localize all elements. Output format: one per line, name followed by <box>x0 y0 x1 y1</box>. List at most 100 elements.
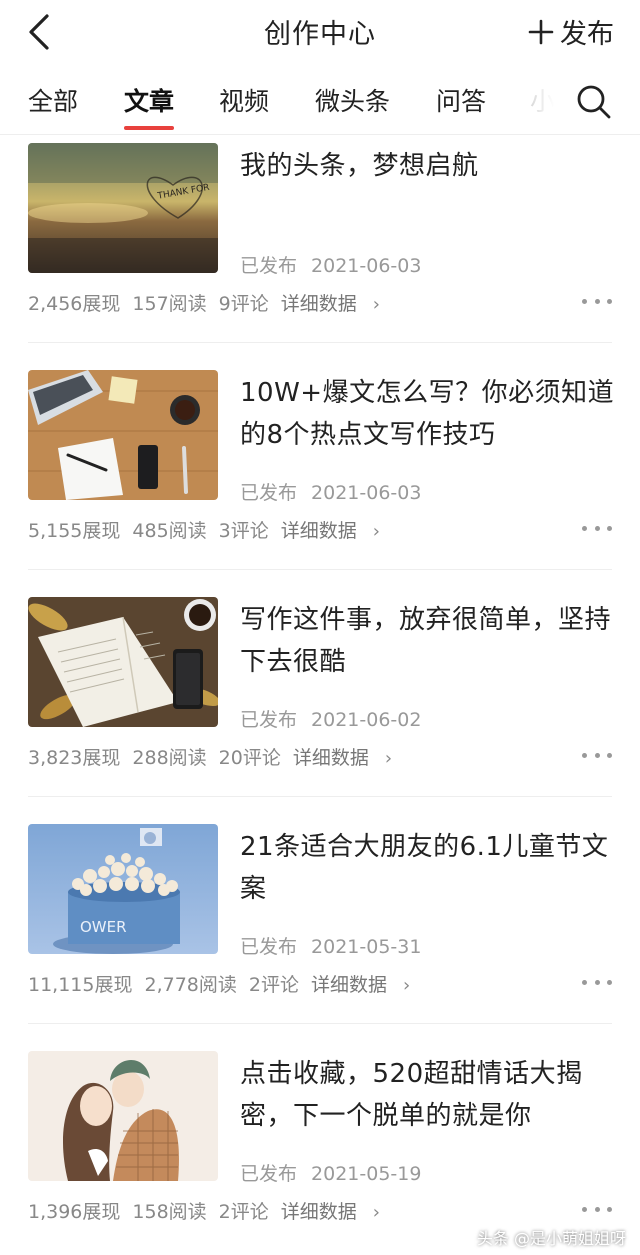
publish-date: 2021-05-31 <box>311 936 422 958</box>
more-options-button[interactable] <box>582 970 612 994</box>
detail-data-link[interactable]: 详细数据 › <box>311 970 422 997</box>
source-watermark: 头条 @是小萌姐姐呀 <box>476 1229 626 1248</box>
tab-articles[interactable]: 文章 <box>124 82 174 118</box>
more-dot-icon <box>594 752 600 758</box>
detail-data-label: 详细数据 <box>310 974 387 996</box>
more-dot-icon <box>607 298 612 304</box>
more-dot-icon <box>607 752 612 758</box>
detail-data-link[interactable]: 详细数据 › <box>281 516 392 543</box>
more-options-button[interactable] <box>582 743 612 767</box>
more-dot-icon <box>582 752 587 758</box>
article-stats: 3,823展现 288阅读 20评论 详细数据 › <box>28 743 404 770</box>
more-dot-icon <box>582 298 587 304</box>
detail-data-link[interactable]: 详细数据 › <box>281 1197 392 1224</box>
article-item[interactable]: OWER 21条适合大朋友的6.1儿童节文案 已发布 2021-05-31 11,… <box>0 824 640 1051</box>
chevron-right-icon: › <box>384 748 393 769</box>
article-status: 已发布 2021-06-03 <box>240 251 421 278</box>
article-item[interactable]: THANK FOR 我的头条，梦想启航 已发布 2021-06-03 2,456展… <box>0 143 640 370</box>
reads-count: 158阅读 <box>132 1201 207 1223</box>
article-status: 已发布 2021-05-31 <box>240 932 421 959</box>
divider <box>28 796 612 797</box>
detail-data-label: 详细数据 <box>280 1201 357 1223</box>
article-thumbnail[interactable] <box>28 597 218 727</box>
article-title[interactable]: 点击收藏，520超甜情话大揭密，下一个脱单的就是你 <box>240 1053 620 1137</box>
article-title[interactable]: 写作这件事，放弃很简单，坚持下去很酷 <box>240 599 620 683</box>
reads-count: 288阅读 <box>132 747 207 769</box>
tab-qa[interactable]: 问答 <box>436 82 486 118</box>
tab-videos[interactable]: 视频 <box>219 82 269 118</box>
reads-count: 157阅读 <box>132 293 207 315</box>
publish-date: 2021-06-03 <box>311 482 422 504</box>
thumbnail-text: OWER <box>80 918 127 936</box>
article-thumbnail[interactable]: THANK FOR <box>28 143 218 273</box>
chevron-right-icon: › <box>372 294 380 315</box>
comments-count: 2评论 <box>218 1201 269 1223</box>
status-label: 已发布 <box>240 255 298 277</box>
status-label: 已发布 <box>240 936 298 958</box>
article-item[interactable]: 写作这件事，放弃很简单，坚持下去很酷 已发布 2021-06-02 3,823展现… <box>0 597 640 824</box>
publish-label: 发布 <box>560 19 614 50</box>
article-item[interactable]: 10W+爆文怎么写？你必须知道的8个热点文写作技巧 已发布 2021-06-03 … <box>0 370 640 597</box>
more-dot-icon <box>582 979 587 985</box>
chevron-right-icon: › <box>372 1202 380 1223</box>
article-title[interactable]: 我的头条，梦想启航 <box>240 145 620 187</box>
tab-all[interactable]: 全部 <box>28 82 78 118</box>
reads-count: 2,778阅读 <box>144 974 237 996</box>
article-stats: 11,115展现 2,778阅读 2评论 详细数据 › <box>28 970 422 997</box>
category-tabs: 全部 文章 视频 微头条 问答 小 <box>0 68 640 135</box>
comments-count: 3评论 <box>218 520 269 542</box>
comments-count: 9评论 <box>218 293 269 315</box>
divider <box>28 569 612 570</box>
divider <box>28 342 612 343</box>
article-status: 已发布 2021-06-03 <box>240 478 421 505</box>
detail-data-link[interactable]: 详细数据 › <box>293 743 404 770</box>
more-dot-icon <box>582 1206 587 1212</box>
impressions-count: 3,823展现 <box>28 747 121 769</box>
detail-data-label: 详细数据 <box>280 520 357 542</box>
publish-date: 2021-06-03 <box>311 255 422 277</box>
plus-icon <box>528 19 554 44</box>
detail-data-link[interactable]: 详细数据 › <box>281 289 392 316</box>
impressions-count: 2,456展现 <box>28 293 121 315</box>
article-stats: 2,456展现 157阅读 9评论 详细数据 › <box>28 289 392 316</box>
top-navigation-bar: 创作中心 发布 <box>0 0 640 62</box>
active-tab-indicator <box>124 126 174 130</box>
search-button[interactable] <box>574 82 614 122</box>
publish-button[interactable]: 发布 <box>528 12 614 51</box>
tabs-fade-overlay <box>512 68 572 130</box>
more-options-button[interactable] <box>582 516 612 540</box>
search-icon <box>577 85 611 119</box>
chevron-right-icon: › <box>403 975 411 996</box>
more-dot-icon <box>607 525 612 531</box>
article-stats: 5,155展现 485阅读 3评论 详细数据 › <box>28 516 392 543</box>
more-dot-icon <box>607 979 612 985</box>
more-options-button[interactable] <box>582 289 612 313</box>
more-dot-icon <box>594 979 600 985</box>
article-status: 已发布 2021-05-19 <box>240 1159 421 1186</box>
tab-micro-posts[interactable]: 微头条 <box>315 82 390 118</box>
more-dot-icon <box>594 1206 600 1212</box>
article-thumbnail[interactable] <box>28 1051 218 1181</box>
publish-date: 2021-06-02 <box>311 709 422 731</box>
more-options-button[interactable] <box>582 1197 612 1221</box>
impressions-count: 1,396展现 <box>28 1201 121 1223</box>
article-thumbnail[interactable] <box>28 370 218 500</box>
status-label: 已发布 <box>240 709 298 731</box>
detail-data-label: 详细数据 <box>292 747 369 769</box>
article-thumbnail[interactable]: OWER <box>28 824 218 954</box>
reads-count: 485阅读 <box>132 520 207 542</box>
impressions-count: 11,115展现 <box>28 974 133 996</box>
more-dot-icon <box>607 1206 612 1212</box>
article-title[interactable]: 21条适合大朋友的6.1儿童节文案 <box>240 826 620 910</box>
article-title[interactable]: 10W+爆文怎么写？你必须知道的8个热点文写作技巧 <box>240 372 620 456</box>
comments-count: 20评论 <box>218 747 281 769</box>
more-dot-icon <box>582 525 587 531</box>
status-label: 已发布 <box>240 1163 298 1185</box>
status-label: 已发布 <box>240 482 298 504</box>
article-stats: 1,396展现 158阅读 2评论 详细数据 › <box>28 1197 392 1224</box>
article-status: 已发布 2021-06-02 <box>240 705 421 732</box>
comments-count: 2评论 <box>248 974 299 996</box>
divider <box>28 1023 612 1024</box>
more-dot-icon <box>594 525 600 531</box>
detail-data-label: 详细数据 <box>280 293 357 315</box>
